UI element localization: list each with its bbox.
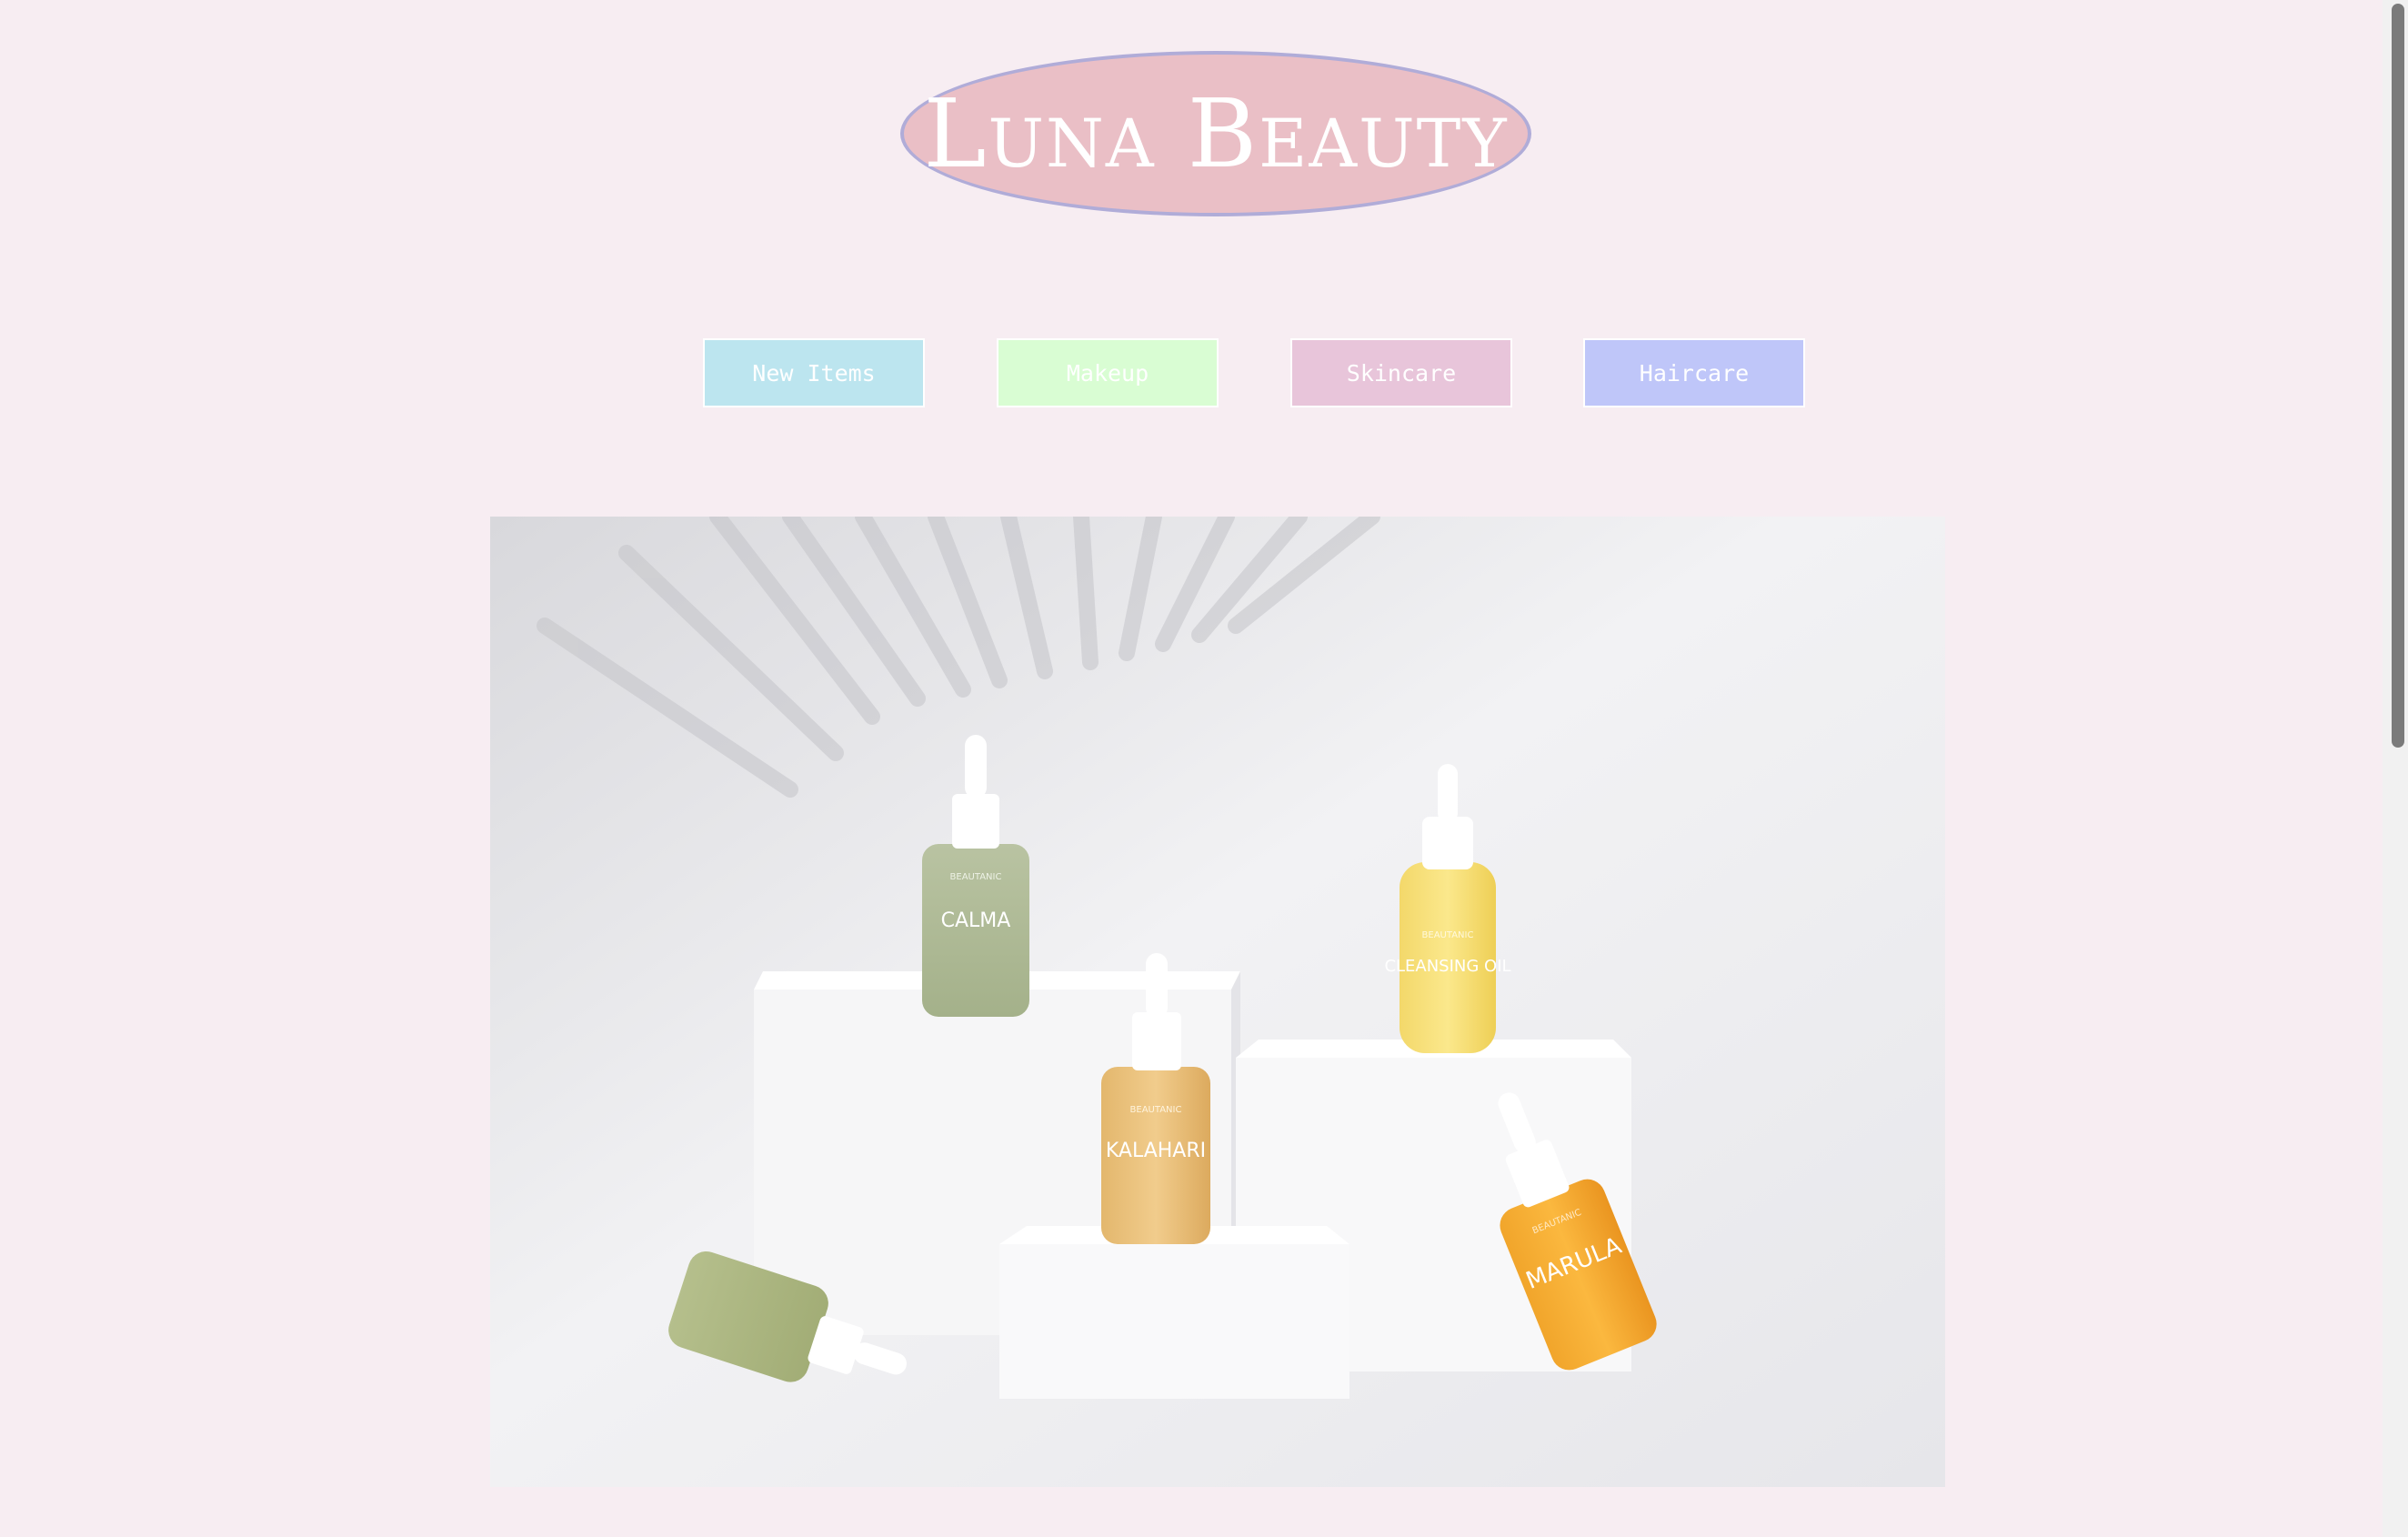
hero-image: BEAUTANIC CALMA BEAUTANIC CLEANSING OIL … <box>490 517 1945 1487</box>
product-name: CLEANSING OIL <box>1384 957 1510 976</box>
nav-button-new-items[interactable]: New Items <box>703 338 925 407</box>
scrollbar-track[interactable] <box>2383 0 2408 1537</box>
nav-button-label: Skincare <box>1346 359 1457 387</box>
scrollbar-thumb[interactable] <box>2392 4 2404 748</box>
nav-button-skincare[interactable]: Skincare <box>1290 338 1512 407</box>
product-brand: BEAUTANIC <box>950 872 1002 882</box>
product-brand: BEAUTANIC <box>1422 930 1474 940</box>
product-name: KALAHARI <box>1106 1140 1206 1162</box>
brand-logo[interactable]: Luna Beauty <box>900 51 1531 216</box>
nav-button-makeup[interactable]: Makeup <box>997 338 1219 407</box>
nav-button-label: New Items <box>752 359 876 387</box>
product-name: CALMA <box>941 909 1011 932</box>
nav-button-label: Makeup <box>1066 359 1149 387</box>
product-brand: BEAUTANIC <box>1130 1105 1182 1115</box>
nav-button-label: Haircare <box>1639 359 1750 387</box>
nav-button-haircare[interactable]: Haircare <box>1583 338 1805 407</box>
brand-name: Luna Beauty <box>923 78 1509 189</box>
